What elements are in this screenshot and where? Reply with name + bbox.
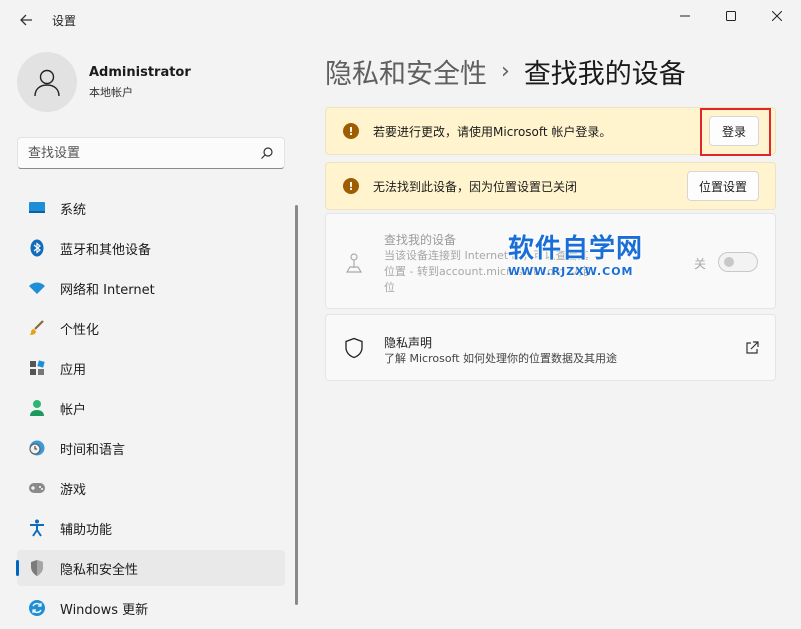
bluetooth-icon <box>28 239 46 257</box>
find-device-title: 查找我的设备 <box>384 233 457 247</box>
page-title: 查找我的设备 <box>523 59 686 90</box>
wifi-icon <box>28 279 46 297</box>
watermark-text: 软件自学网 <box>508 234 644 264</box>
watermark: 软件自学网 WWW.RJZXW.COM <box>508 228 643 278</box>
sidebar-scrollbar[interactable] <box>295 205 298 605</box>
app-title: 设置 <box>52 14 77 28</box>
sidebar-item-label: 系统 <box>60 202 87 218</box>
annotation-highlight-box <box>700 108 771 156</box>
toggle-knob <box>724 257 734 267</box>
sidebar-item-gaming[interactable]: 游戏 <box>17 470 285 506</box>
search-input[interactable] <box>18 138 248 168</box>
watermark-url: WWW.RJZXW.COM <box>508 265 634 278</box>
sidebar-item-label: 隐私和安全性 <box>60 562 139 578</box>
find-device-toggle[interactable] <box>718 252 758 272</box>
brush-icon <box>28 319 46 337</box>
search-icon[interactable] <box>260 146 274 160</box>
update-icon <box>28 599 46 617</box>
location-settings-button[interactable]: 位置设置 <box>686 171 759 201</box>
sidebar-item-bluetooth[interactable]: 蓝牙和其他设备 <box>17 230 285 266</box>
privacy-statement-card[interactable]: 隐私声明 了解 Microsoft 如何处理你的位置数据及其用途 <box>325 314 776 381</box>
banner-text: 若要进行更改，请使用Microsoft 帐户登录。 <box>373 124 612 139</box>
apps-icon <box>28 359 46 377</box>
sidebar-item-label: 辅助功能 <box>60 522 113 538</box>
sidebar-item-label: 帐户 <box>60 402 87 418</box>
gamepad-icon <box>28 479 46 497</box>
accessibility-icon <box>28 519 46 537</box>
sidebar-item-apps[interactable]: 应用 <box>17 350 285 386</box>
arrow-left-icon <box>20 14 32 26</box>
user-profile[interactable]: Administrator 本地帐户 <box>17 52 191 112</box>
sidebar-nav: 系统 蓝牙和其他设备 网络和 Internet 个性化 应用 帐户 时间和语言 … <box>16 190 285 629</box>
sidebar-item-label: 个性化 <box>60 322 100 338</box>
sidebar-item-windows-update[interactable]: Windows 更新 <box>17 590 285 626</box>
sidebar-item-label: 蓝牙和其他设备 <box>60 242 152 258</box>
sidebar-item-label: 网络和 Internet <box>60 282 155 298</box>
sidebar-item-time-language[interactable]: 时间和语言 <box>17 430 285 466</box>
sidebar-item-network[interactable]: 网络和 Internet <box>17 270 285 306</box>
privacy-statement-title: 隐私声明 <box>384 336 433 350</box>
breadcrumb-parent[interactable]: 隐私和安全性 <box>325 52 487 91</box>
close-icon <box>772 11 782 21</box>
monitor-icon <box>28 199 46 217</box>
profile-name: Administrator <box>89 64 191 80</box>
title-bar: 设置 <box>0 0 801 40</box>
warning-icon: ! <box>343 123 359 139</box>
breadcrumb-separator: › <box>501 59 510 84</box>
sidebar-item-personalization[interactable]: 个性化 <box>17 310 285 346</box>
shield-icon <box>28 559 46 577</box>
clock-globe-icon <box>28 439 46 457</box>
back-button[interactable] <box>12 6 40 34</box>
shield-outline-icon <box>345 337 363 359</box>
sidebar-item-label: Windows 更新 <box>60 602 149 618</box>
close-button[interactable] <box>754 0 800 32</box>
toggle-state-label: 关 <box>694 257 707 271</box>
location-warning-banner: ! 无法找到此设备，因为位置设置已关闭 位置设置 <box>325 162 776 210</box>
sidebar-item-label: 时间和语言 <box>60 442 126 458</box>
user-avatar-icon <box>34 69 60 97</box>
external-link-icon[interactable] <box>745 341 759 355</box>
privacy-statement-description: 了解 Microsoft 如何处理你的位置数据及其用途 <box>384 352 618 365</box>
location-pin-icon <box>345 253 363 273</box>
sidebar-item-system[interactable]: 系统 <box>17 190 285 226</box>
banner-text: 无法找到此设备，因为位置设置已关闭 <box>373 179 578 194</box>
sidebar-item-accounts[interactable]: 帐户 <box>17 390 285 426</box>
breadcrumb: 隐私和安全性 › 查找我的设备 <box>325 52 686 91</box>
sidebar-item-accessibility[interactable]: 辅助功能 <box>17 510 285 546</box>
sidebar-item-label: 应用 <box>60 362 87 378</box>
maximize-icon <box>726 11 736 21</box>
person-icon <box>28 399 46 417</box>
warning-icon: ! <box>343 178 359 194</box>
minimize-button[interactable] <box>662 0 708 32</box>
profile-account-type: 本地帐户 <box>89 85 133 99</box>
minimize-icon <box>680 15 690 17</box>
sidebar-item-privacy-security[interactable]: 隐私和安全性 <box>16 550 285 586</box>
maximize-button[interactable] <box>708 0 754 32</box>
avatar <box>17 52 77 112</box>
search-box <box>17 137 285 169</box>
sidebar-item-label: 游戏 <box>60 482 87 498</box>
